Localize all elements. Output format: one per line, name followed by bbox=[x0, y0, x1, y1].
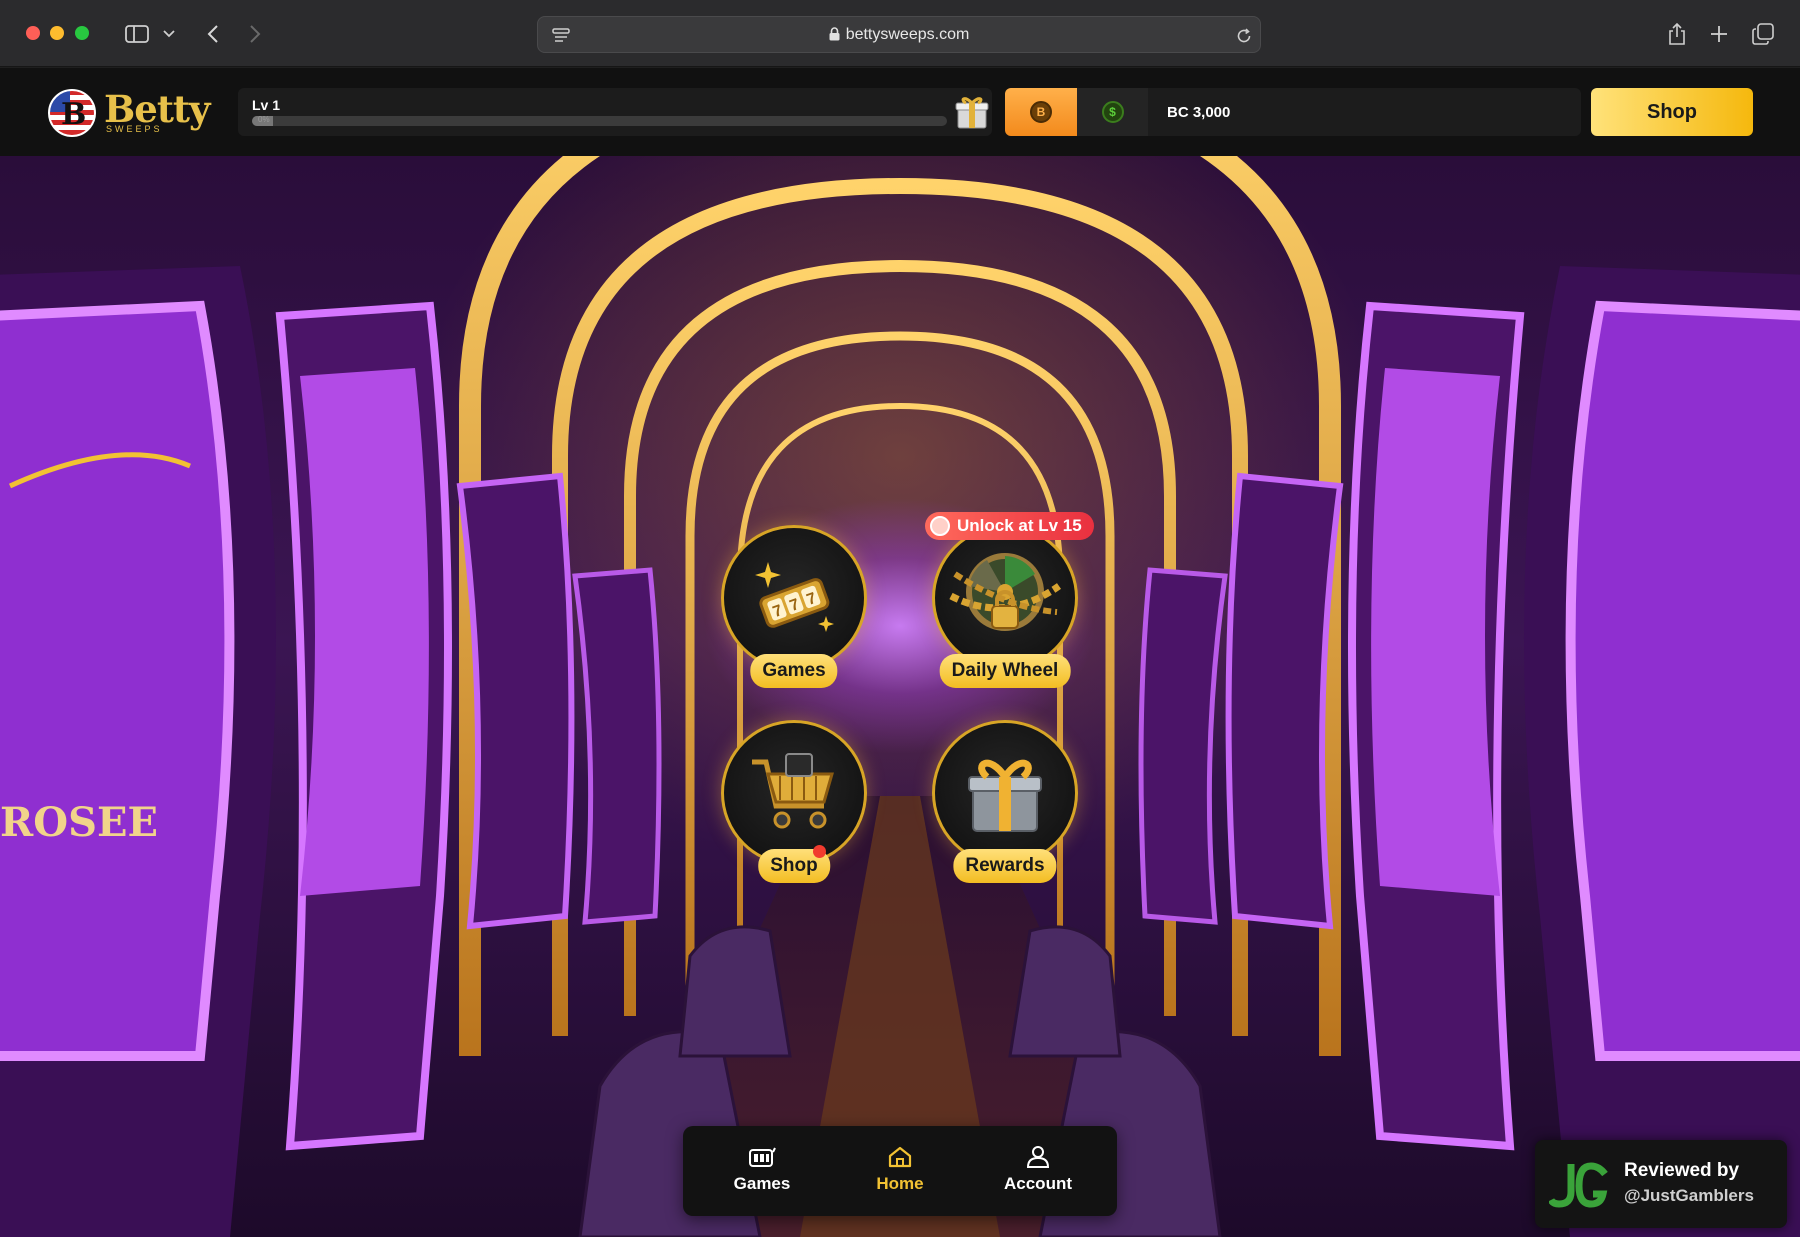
coin-balance: BC 3,000 bbox=[1167, 104, 1231, 121]
shop-notification-dot bbox=[813, 845, 826, 858]
daily-wheel-tile-label: Daily Wheel bbox=[939, 654, 1071, 688]
lock-badge-icon bbox=[930, 516, 950, 536]
tab-overview-icon[interactable] bbox=[1750, 20, 1776, 48]
betty-sweeps-logo[interactable]: B Betty SWEEPS bbox=[48, 87, 210, 138]
chevron-down-icon[interactable] bbox=[160, 20, 178, 48]
brand-tagline: SWEEPS bbox=[106, 124, 163, 134]
browser-window: bettysweeps.com B Betty SWEEPS Lv 1 0% B… bbox=[0, 0, 1800, 1237]
locked-wheel-icon bbox=[949, 553, 1062, 631]
games-tile-circle: 7 7 7 bbox=[721, 525, 867, 671]
sidebar-toggle-icon[interactable] bbox=[123, 20, 151, 48]
games-icon bbox=[749, 1147, 776, 1167]
level-gift-icon[interactable] bbox=[954, 94, 990, 130]
url-text: bettysweeps.com bbox=[845, 26, 970, 43]
shop-button[interactable]: Shop bbox=[1591, 88, 1753, 136]
forward-icon[interactable] bbox=[245, 20, 265, 48]
nav-games[interactable]: Games bbox=[702, 1146, 822, 1202]
nav-account[interactable]: Account bbox=[978, 1146, 1098, 1202]
back-icon[interactable] bbox=[203, 20, 223, 48]
currency-switcher: B $ BC 3,000 bbox=[1005, 88, 1581, 136]
minimize-window-button[interactable] bbox=[50, 26, 64, 40]
reload-icon[interactable] bbox=[1233, 22, 1255, 50]
account-icon bbox=[1026, 1146, 1050, 1168]
home-icon bbox=[888, 1146, 912, 1168]
level-progress[interactable]: Lv 1 0% bbox=[238, 88, 992, 136]
rewards-tile-label: Rewards bbox=[953, 849, 1057, 883]
svg-text:ROSEE: ROSEE bbox=[0, 799, 158, 846]
nav-home-label: Home bbox=[876, 1174, 924, 1193]
level-label: Lv 1 bbox=[252, 97, 281, 113]
reviewer-badge: Reviewed by @JustGamblers bbox=[1535, 1140, 1787, 1228]
rewards-tile[interactable]: Rewards bbox=[932, 720, 1078, 883]
nav-account-label: Account bbox=[1004, 1174, 1072, 1193]
shop-tile-circle bbox=[721, 720, 867, 866]
sweeps-coin-icon: $ bbox=[1101, 101, 1124, 123]
shop-tile[interactable]: Shop bbox=[721, 720, 867, 883]
browser-toolbar: bettysweeps.com bbox=[0, 0, 1800, 67]
gold-coin-tab[interactable]: B bbox=[1005, 88, 1077, 136]
site-header: B Betty SWEEPS Lv 1 0% B $ BC 3,000 Shop bbox=[0, 68, 1800, 156]
svg-text:B: B bbox=[61, 97, 86, 132]
share-icon[interactable] bbox=[1665, 20, 1689, 48]
daily-wheel-tile[interactable]: Daily Wheel bbox=[932, 525, 1078, 688]
gold-coin-icon: B bbox=[1030, 101, 1052, 123]
justgamblers-logo bbox=[1549, 1162, 1608, 1208]
level-progress-bar bbox=[252, 116, 947, 126]
nav-home[interactable]: Home bbox=[840, 1146, 960, 1202]
level-percent: 0% bbox=[258, 115, 270, 124]
gift-box-icon bbox=[968, 759, 1042, 832]
bottom-nav: Games Home Account bbox=[683, 1126, 1117, 1216]
rewards-tile-circle bbox=[932, 720, 1078, 866]
lock-icon bbox=[829, 27, 840, 41]
casino-hero-background: ROSEE bbox=[0, 156, 1800, 1237]
shopping-cart-icon bbox=[752, 753, 834, 829]
unlock-level-badge: Unlock at Lv 15 bbox=[925, 512, 1094, 540]
nav-games-label: Games bbox=[733, 1174, 791, 1193]
slot-reels-icon: 7 7 7 bbox=[755, 562, 834, 632]
flag-badge-icon: B bbox=[48, 89, 96, 137]
close-window-button[interactable] bbox=[26, 26, 40, 40]
address-bar[interactable]: bettysweeps.com bbox=[537, 16, 1261, 53]
games-tile[interactable]: 7 7 7 Games bbox=[721, 525, 867, 688]
reviewer-handle: @JustGamblers bbox=[1624, 1186, 1754, 1205]
daily-wheel-tile-circle bbox=[932, 525, 1078, 671]
zoom-window-button[interactable] bbox=[75, 26, 89, 40]
sweeps-coin-tab[interactable]: $ bbox=[1077, 88, 1148, 136]
reviewed-by-text: Reviewed by bbox=[1624, 1160, 1740, 1181]
new-tab-icon[interactable] bbox=[1707, 20, 1731, 48]
games-tile-label: Games bbox=[750, 654, 838, 688]
casino-aisle-illustration: ROSEE bbox=[0, 156, 1800, 1237]
unlock-level-text: Unlock at Lv 15 bbox=[957, 516, 1082, 535]
